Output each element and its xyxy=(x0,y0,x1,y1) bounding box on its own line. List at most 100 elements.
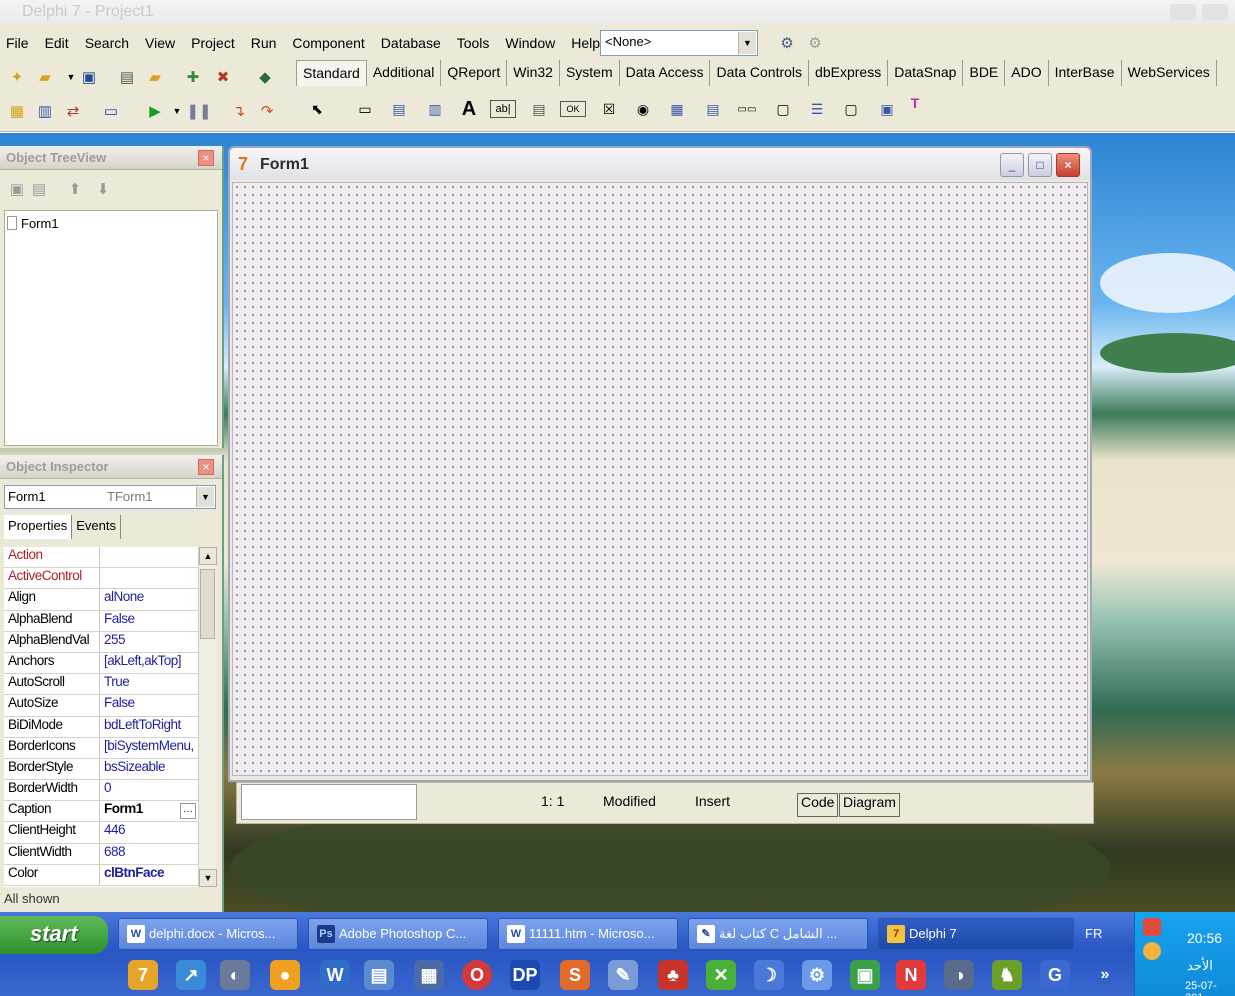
save-all-icon[interactable]: ▤ xyxy=(116,66,138,88)
more-icon[interactable]: » xyxy=(1090,960,1120,990)
menu-project[interactable]: Project xyxy=(183,32,243,56)
property-value[interactable]: 0 xyxy=(100,780,198,800)
app-quicklaunch-icon[interactable]: ↗ xyxy=(176,960,206,990)
tab-data-access[interactable]: Data Access xyxy=(620,60,711,86)
arrow-up-icon[interactable]: ⬆ xyxy=(64,178,86,200)
opera-quicklaunch-icon[interactable]: O xyxy=(462,960,492,990)
help-icon[interactable]: ⚙ xyxy=(804,32,826,54)
settings-quicklaunch-icon[interactable]: ⚙ xyxy=(802,960,832,990)
view-unit-icon[interactable]: ▦ xyxy=(6,100,28,122)
menu-file[interactable]: File xyxy=(0,32,37,56)
app-quicklaunch-icon[interactable]: G xyxy=(1040,960,1070,990)
app-quicklaunch-icon[interactable]: ◑ xyxy=(944,960,974,990)
property-value[interactable]: Form1 xyxy=(100,801,180,822)
popupmenu-icon[interactable]: ▥ xyxy=(422,96,448,122)
start-button[interactable]: start xyxy=(0,916,108,954)
open-project-icon[interactable]: ▰ xyxy=(144,66,166,88)
task-item-delphi7[interactable]: 7 Delphi 7 xyxy=(878,918,1074,950)
inspector-scrollbar[interactable]: ▲ ▼ xyxy=(198,547,217,887)
tab-data-controls[interactable]: Data Controls xyxy=(710,60,810,86)
toggle-form-unit-icon[interactable]: ⇄ xyxy=(62,100,84,122)
label-icon[interactable]: A xyxy=(456,96,482,122)
menu-search[interactable]: Search xyxy=(77,32,137,56)
scroll-thumb[interactable] xyxy=(200,569,215,639)
maximize-icon[interactable]: □ xyxy=(1028,153,1052,177)
property-value[interactable]: bsSizeable xyxy=(100,759,198,779)
property-row[interactable]: Anchors [akLeft,akTop] xyxy=(4,652,198,675)
language-indicator[interactable]: FR xyxy=(1085,926,1102,941)
camera-icon[interactable]: ▤ xyxy=(28,178,50,200)
trace-into-icon[interactable]: ↴ xyxy=(228,100,250,122)
pencil-quicklaunch-icon[interactable]: ✎ xyxy=(608,960,638,990)
minimize-icon[interactable]: _ xyxy=(1000,153,1024,177)
mainmenu-icon[interactable]: ▤ xyxy=(386,96,412,122)
property-value[interactable]: [akLeft,akTop] xyxy=(100,653,198,673)
scrollbar-icon[interactable]: ▭▭ xyxy=(734,96,760,122)
property-row[interactable]: ActiveControl xyxy=(4,568,198,590)
tree-node-form1[interactable]: Form1 xyxy=(21,216,59,231)
property-row[interactable]: Align alNone xyxy=(4,589,198,611)
explorer-quicklaunch-icon[interactable]: ▦ xyxy=(414,960,444,990)
tab-webservices[interactable]: WebServices xyxy=(1122,60,1217,86)
property-row[interactable]: BorderIcons [biSystemMenu, xyxy=(4,737,198,759)
app-quicklaunch-icon[interactable]: ♣ xyxy=(658,960,688,990)
tab-bde[interactable]: BDE xyxy=(963,60,1006,86)
property-row[interactable]: AutoScroll True xyxy=(4,674,198,696)
tab-events[interactable]: Events xyxy=(72,515,121,539)
property-row[interactable]: ClientHeight 446 xyxy=(4,822,198,844)
groupbox-icon[interactable]: ▢ xyxy=(770,96,796,122)
task-item-delphi-docx[interactable]: W delphi.docx - Micros... xyxy=(118,918,298,950)
tray-icon-sound[interactable] xyxy=(1143,942,1161,960)
property-row[interactable]: AlphaBlendVal 255 xyxy=(4,631,198,653)
frame-icon[interactable]: ▭ xyxy=(352,96,378,122)
menu-edit[interactable]: Edit xyxy=(37,32,77,56)
memo-icon[interactable]: ▤ xyxy=(526,96,552,122)
image-quicklaunch-icon[interactable]: ▣ xyxy=(850,960,880,990)
menu-window[interactable]: Window xyxy=(497,32,563,56)
property-row[interactable]: BorderWidth 0 xyxy=(4,780,198,802)
radiogroup-icon[interactable]: ☰ xyxy=(804,96,830,122)
property-value[interactable]: True xyxy=(100,674,198,694)
tools-quicklaunch-icon[interactable]: ✕ xyxy=(706,960,736,990)
chevron-down-icon[interactable]: ▼ xyxy=(166,100,188,122)
word-quicklaunch-icon[interactable]: W xyxy=(320,960,350,990)
tab-diagram[interactable]: Diagram xyxy=(839,793,900,817)
task-item-htm[interactable]: W 11111.htm - Microso... xyxy=(498,918,678,950)
property-value[interactable]: False xyxy=(100,695,198,715)
actionlist-icon[interactable]: ▣ xyxy=(874,96,900,122)
edit-icon[interactable]: ab| xyxy=(490,100,516,118)
form-design-surface[interactable] xyxy=(232,182,1088,776)
new-icon[interactable]: ✦ xyxy=(6,66,28,88)
remove-file-icon[interactable]: ✖ xyxy=(212,66,234,88)
task-item-photoshop[interactable]: Ps Adobe Photoshop C... xyxy=(308,918,488,950)
maximize-icon[interactable] xyxy=(1202,4,1228,20)
add-file-icon[interactable]: ✚ xyxy=(182,66,204,88)
tab-properties[interactable]: Properties xyxy=(4,515,73,539)
delphi-quicklaunch-icon[interactable]: 7 xyxy=(128,960,158,990)
scroll-up-icon[interactable]: ▲ xyxy=(199,547,217,565)
scroll-down-icon[interactable]: ▼ xyxy=(199,869,217,887)
dp-quicklaunch-icon[interactable]: DP xyxy=(510,960,540,990)
app-quicklaunch-icon[interactable]: S xyxy=(560,960,590,990)
save-icon[interactable]: ▣ xyxy=(78,66,100,88)
configuration-combo[interactable]: <None> ▼ xyxy=(600,30,758,56)
close-icon[interactable]: × xyxy=(198,150,214,166)
arrow-down-icon[interactable]: ⬇ xyxy=(92,178,114,200)
tab-win32[interactable]: Win32 xyxy=(507,60,560,86)
menu-tools[interactable]: Tools xyxy=(449,32,498,56)
property-value[interactable] xyxy=(100,547,198,567)
property-row[interactable]: Color clBtnFace xyxy=(4,864,198,886)
property-row[interactable]: Action xyxy=(4,547,198,569)
tab-code[interactable]: Code xyxy=(797,793,839,817)
tab-datasnap[interactable]: DataSnap xyxy=(888,60,964,86)
object-selector-combo[interactable]: Form1 TForm1 ▼ xyxy=(4,485,216,509)
tab-standard[interactable]: Standard xyxy=(296,60,367,86)
step-over-icon[interactable]: ↷ xyxy=(256,100,278,122)
tab-qreport[interactable]: QReport xyxy=(441,60,508,86)
property-row[interactable]: AutoSize False xyxy=(4,695,198,717)
combobox-icon[interactable]: ▤ xyxy=(700,96,726,122)
property-row[interactable]: BiDiMode bdLeftToRight xyxy=(4,716,198,738)
open-icon[interactable]: ▰ xyxy=(34,66,56,88)
form-title-bar[interactable]: 7 Form1 _ □ × xyxy=(230,148,1090,180)
tray-icon-acrobat[interactable] xyxy=(1143,918,1161,936)
